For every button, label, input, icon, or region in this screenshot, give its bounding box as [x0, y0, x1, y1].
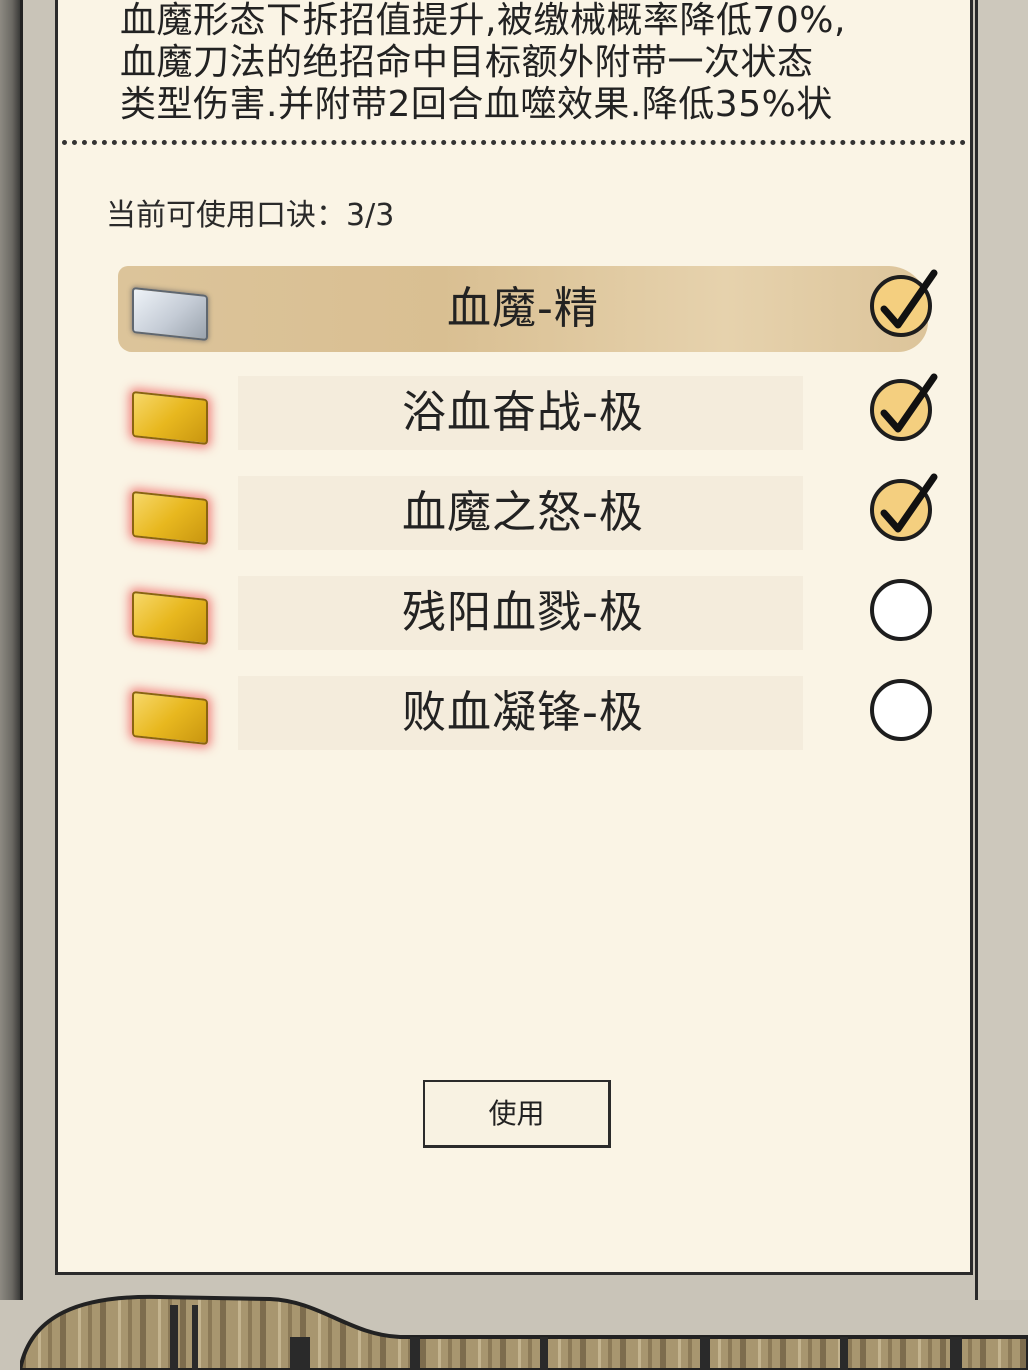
mantra-panel: 血魔形态下拆招值提升,被缴械概率降低70%, 血魔刀法的绝招命中目标额外附带一次…: [55, 0, 973, 1275]
description-line-1: 血魔形态下拆招值提升,被缴械概率降低70%,: [120, 0, 846, 41]
mantra-slot-3[interactable]: 血魔之怒-极: [118, 470, 938, 556]
checkmark-icon: [880, 473, 938, 533]
usable-count-label: 当前可使用口诀：: [106, 198, 346, 233]
mantra-slot-2[interactable]: 浴血奋战-极: [118, 370, 938, 456]
checkbox-empty-icon[interactable]: [870, 579, 932, 641]
checkbox-checked-icon[interactable]: [870, 373, 938, 441]
mantra-slot-1[interactable]: 血魔-精: [118, 266, 938, 352]
description-line-3: 类型伤害.并附带2回合血噬效果.降低35%状: [120, 84, 833, 125]
checkbox-checked-icon[interactable]: [870, 269, 938, 337]
left-frame: [0, 0, 23, 1300]
scroll-roll-decoration: [20, 1294, 1028, 1370]
checkmark-icon: [880, 269, 938, 329]
mantra-name: 残阳血戮-极: [402, 587, 644, 638]
mantra-slot-4[interactable]: 残阳血戮-极: [118, 570, 932, 656]
mantra-name: 浴血奋战-极: [402, 387, 644, 438]
right-frame: [975, 0, 1028, 1300]
mantra-slot-5[interactable]: 败血凝锋-极: [118, 670, 932, 756]
usable-count: 当前可使用口诀：3/3: [106, 190, 394, 234]
mantra-name: 血魔-精: [447, 283, 599, 334]
dotted-divider: [62, 140, 966, 145]
use-button[interactable]: 使用: [423, 1080, 611, 1148]
mantra-name: 血魔之怒-极: [402, 487, 644, 538]
usable-count-value: 3/3: [346, 198, 395, 233]
checkbox-checked-icon[interactable]: [870, 473, 938, 541]
checkmark-icon: [880, 373, 938, 433]
checkbox-empty-icon[interactable]: [870, 679, 932, 741]
description-line-2: 血魔刀法的绝招命中目标额外附带一次状态: [120, 42, 814, 83]
description-text: 血魔形态下拆招值提升,被缴械概率降低70%, 血魔刀法的绝招命中目标额外附带一次…: [120, 0, 960, 126]
mantra-name: 败血凝锋-极: [402, 687, 644, 738]
